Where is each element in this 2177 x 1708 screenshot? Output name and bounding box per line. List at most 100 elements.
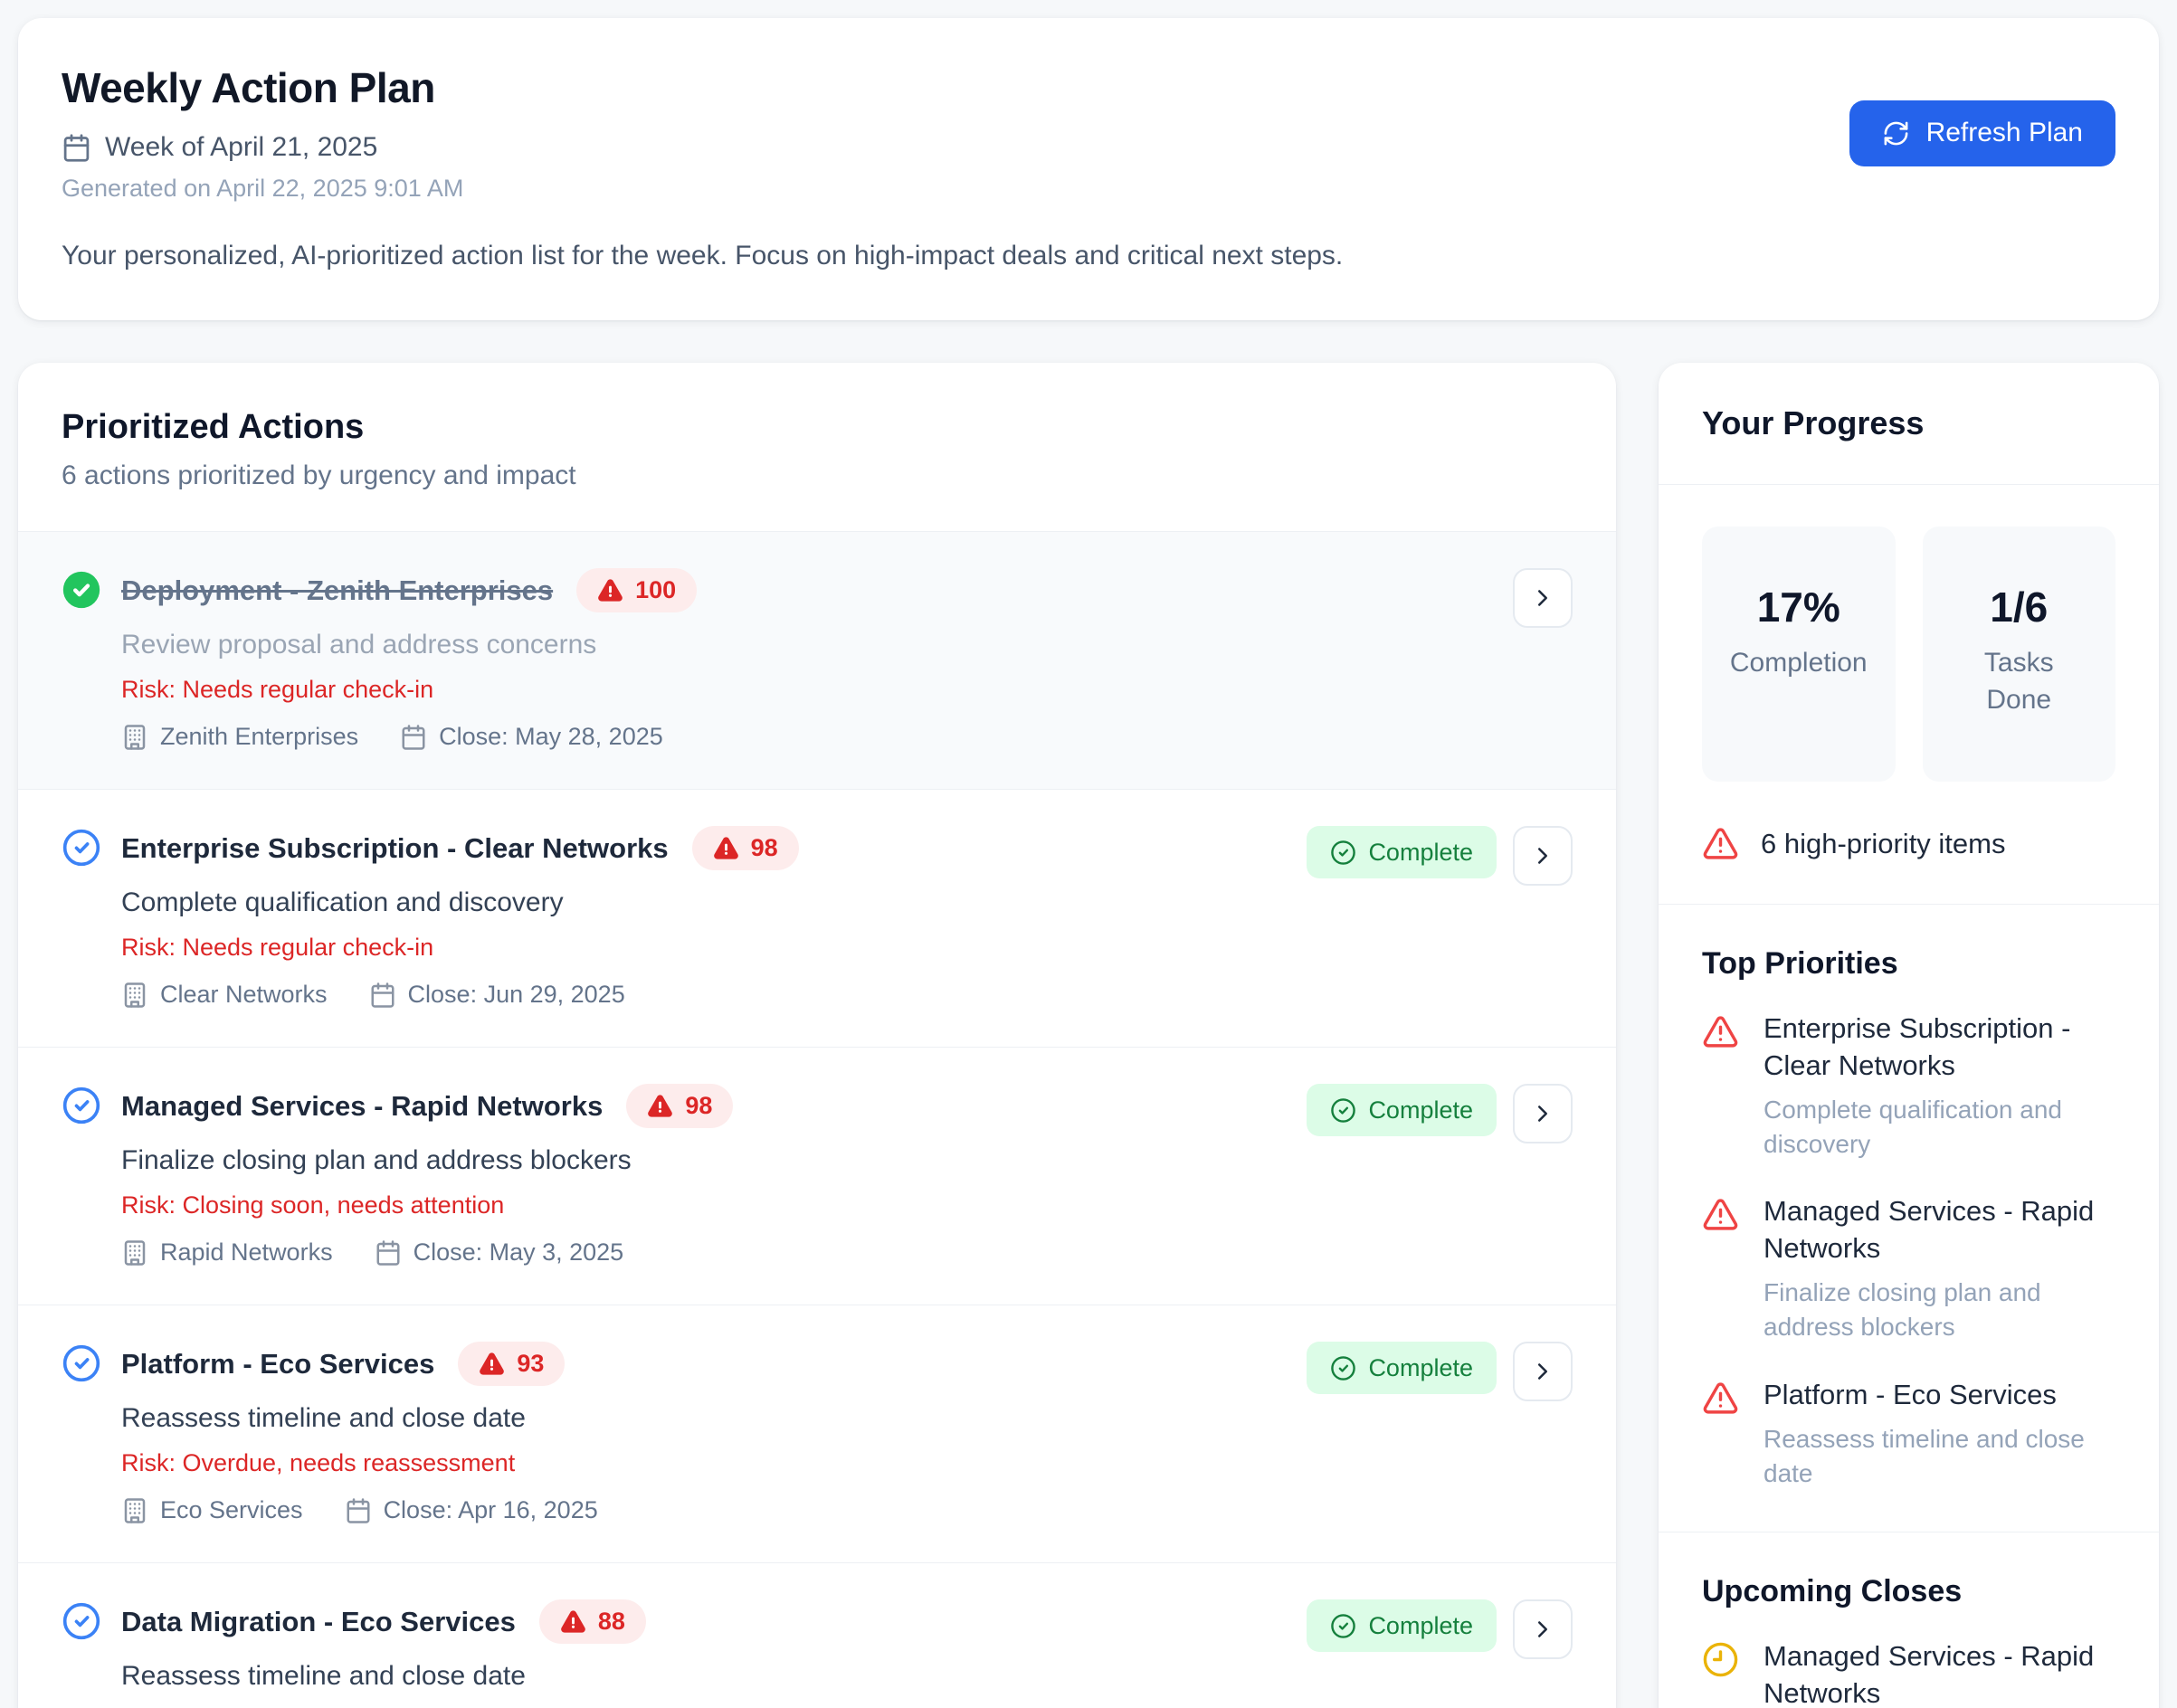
priority-score-badge: 93 <box>458 1342 565 1386</box>
action-item-deployment-zenith: Deployment - Zenith Enterprises 100 Revi… <box>18 531 1616 789</box>
tasks-done-label: Tasks Done <box>1984 645 2054 718</box>
triangle-alert-icon <box>479 1351 505 1377</box>
building-icon <box>121 982 148 1009</box>
close-date: Close: May 3, 2025 <box>414 1238 624 1267</box>
actions-panel-subtitle: 6 actions prioritized by urgency and imp… <box>62 460 1573 491</box>
check-circle-filled-icon <box>62 570 101 610</box>
calendar-icon <box>369 982 396 1009</box>
triangle-alert-icon <box>1702 1196 1739 1233</box>
company-name: Eco Services <box>160 1496 303 1524</box>
priority-item-title: Managed Services - Rapid Networks <box>1763 1193 2115 1267</box>
complete-button[interactable]: Complete <box>1307 826 1497 878</box>
complete-button[interactable]: Complete <box>1307 1084 1497 1136</box>
priority-score-badge: 98 <box>692 826 799 870</box>
check-circle-icon <box>62 1601 101 1641</box>
close-date-meta: Close: Jun 29, 2025 <box>369 981 625 1009</box>
chevron-right-icon <box>1529 1100 1556 1127</box>
check-circle-icon <box>62 828 101 868</box>
chevron-right-icon <box>1529 1616 1556 1643</box>
action-item-enterprise-clear: Enterprise Subscription - Clear Networks… <box>18 789 1616 1047</box>
refresh-icon <box>1882 119 1910 147</box>
triangle-alert-icon <box>1702 825 1739 862</box>
upcoming-close-title: Managed Services - Rapid Networks <box>1763 1638 2115 1708</box>
building-icon <box>121 1239 148 1267</box>
company-meta: Zenith Enterprises <box>121 723 358 751</box>
weekly-plan-header-card: Weekly Action Plan Week of April 21, 202… <box>18 18 2159 320</box>
expand-action-button[interactable] <box>1513 1342 1573 1401</box>
triangle-alert-icon <box>647 1093 673 1119</box>
close-date-meta: Close: Apr 16, 2025 <box>345 1496 598 1524</box>
calendar-icon <box>345 1497 372 1524</box>
completion-stat: 17% Completion <box>1702 527 1896 782</box>
clock-icon <box>1702 1641 1739 1678</box>
expand-action-button[interactable] <box>1513 1084 1573 1143</box>
building-icon <box>121 724 148 751</box>
completion-value: 17% <box>1715 583 1883 631</box>
priority-item-description: Complete qualification and discovery <box>1763 1093 2115 1162</box>
building-icon <box>121 1497 148 1524</box>
company-name: Rapid Networks <box>160 1238 333 1267</box>
priority-score: 100 <box>635 576 676 604</box>
progress-title: Your Progress <box>1702 404 2115 442</box>
action-item-platform-eco: Platform - Eco Services 93 Reassess time… <box>18 1305 1616 1562</box>
triangle-alert-icon <box>560 1608 586 1635</box>
close-date: Close: Apr 16, 2025 <box>384 1496 598 1524</box>
completion-label: Completion <box>1730 645 1868 682</box>
action-risk: Risk: Needs regular check-in <box>121 934 1265 962</box>
triangle-alert-icon <box>1702 1380 1739 1417</box>
actions-panel-title: Prioritized Actions <box>62 408 1573 447</box>
company-name: Zenith Enterprises <box>160 723 358 751</box>
check-circle-icon <box>62 1343 101 1383</box>
action-title: Enterprise Subscription - Clear Networks <box>121 832 669 865</box>
priority-item: Enterprise Subscription - Clear Networks… <box>1702 1011 2115 1161</box>
check-circle-icon <box>62 1086 101 1125</box>
action-subtitle: Reassess timeline and close date <box>121 1661 1265 1692</box>
priority-score: 98 <box>685 1092 712 1120</box>
complete-button[interactable]: Complete <box>1307 1599 1497 1652</box>
expand-action-button[interactable] <box>1513 1599 1573 1659</box>
high-priority-count: 6 high-priority items <box>1761 828 2005 860</box>
priority-score: 98 <box>751 834 778 862</box>
action-title: Managed Services - Rapid Networks <box>121 1090 603 1123</box>
action-subtitle: Review proposal and address concerns <box>121 630 1471 660</box>
triangle-alert-icon <box>1702 1013 1739 1050</box>
priority-score-badge: 88 <box>539 1599 646 1644</box>
refresh-plan-button[interactable]: Refresh Plan <box>1849 100 2115 166</box>
priority-item-title: Enterprise Subscription - Clear Networks <box>1763 1011 2115 1085</box>
triangle-alert-icon <box>597 577 623 603</box>
upcoming-closes-title: Upcoming Closes <box>1702 1574 2115 1609</box>
close-date-meta: Close: May 3, 2025 <box>375 1238 624 1267</box>
priority-item: Managed Services - Rapid Networks Finali… <box>1702 1193 2115 1343</box>
triangle-alert-icon <box>713 835 739 861</box>
calendar-icon <box>62 133 91 163</box>
progress-stats-section: 17% Completion 1/6 Tasks Done 6 high-pri… <box>1659 485 2159 904</box>
check-circle-icon <box>1330 1097 1356 1124</box>
priority-item-title: Platform - Eco Services <box>1763 1377 2115 1414</box>
calendar-icon <box>400 724 427 751</box>
priority-score-badge: 98 <box>626 1084 733 1128</box>
chevron-right-icon <box>1529 842 1556 869</box>
calendar-icon <box>375 1239 402 1267</box>
close-date: Close: Jun 29, 2025 <box>408 981 625 1009</box>
page-title: Weekly Action Plan <box>62 63 463 112</box>
check-circle-icon <box>1330 1355 1356 1381</box>
action-subtitle: Reassess timeline and close date <box>121 1403 1265 1434</box>
action-risk: Risk: Closing soon, needs attention <box>121 1191 1265 1219</box>
complete-button[interactable]: Complete <box>1307 1342 1497 1394</box>
top-priorities-title: Top Priorities <box>1702 946 2115 982</box>
company-name: Clear Networks <box>160 981 328 1009</box>
priority-item-description: Finalize closing plan and address blocke… <box>1763 1276 2115 1344</box>
company-meta: Eco Services <box>121 1496 303 1524</box>
priority-item: Platform - Eco Services Reassess timelin… <box>1702 1377 2115 1491</box>
plan-description: Your personalized, AI-prioritized action… <box>62 241 2115 271</box>
expand-action-button[interactable] <box>1513 568 1573 628</box>
action-risk: Risk: Overdue, needs reassessment <box>121 1449 1265 1477</box>
expand-action-button[interactable] <box>1513 826 1573 886</box>
check-circle-icon <box>1330 840 1356 866</box>
priority-item-description: Reassess timeline and close date <box>1763 1422 2115 1491</box>
action-title: Data Migration - Eco Services <box>121 1606 516 1638</box>
priority-score: 88 <box>598 1608 625 1636</box>
action-subtitle: Complete qualification and discovery <box>121 887 1265 918</box>
top-priorities-section: Top Priorities Enterprise Subscription -… <box>1659 904 2159 1532</box>
generated-timestamp: Generated on April 22, 2025 9:01 AM <box>62 175 463 203</box>
